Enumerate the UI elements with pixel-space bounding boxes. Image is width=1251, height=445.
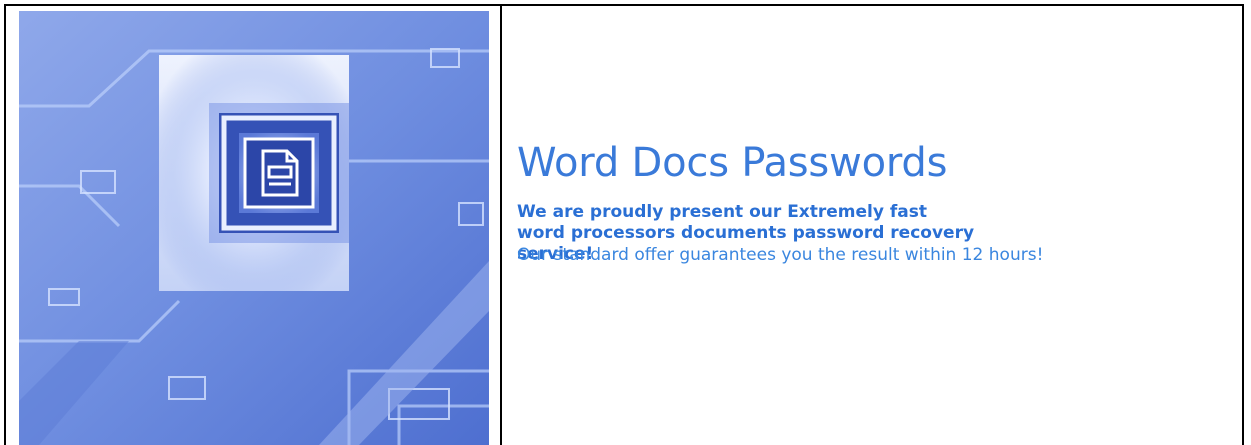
offer-text: Our standard offer guarantees you the re… xyxy=(517,245,1044,265)
hero-image-cell xyxy=(6,6,502,445)
content-cell: Word Docs Passwords We are proudly prese… xyxy=(502,6,1242,445)
hero-image xyxy=(19,11,489,445)
page-title: Word Docs Passwords xyxy=(517,140,948,186)
banner-table: Word Docs Passwords We are proudly prese… xyxy=(4,4,1244,445)
